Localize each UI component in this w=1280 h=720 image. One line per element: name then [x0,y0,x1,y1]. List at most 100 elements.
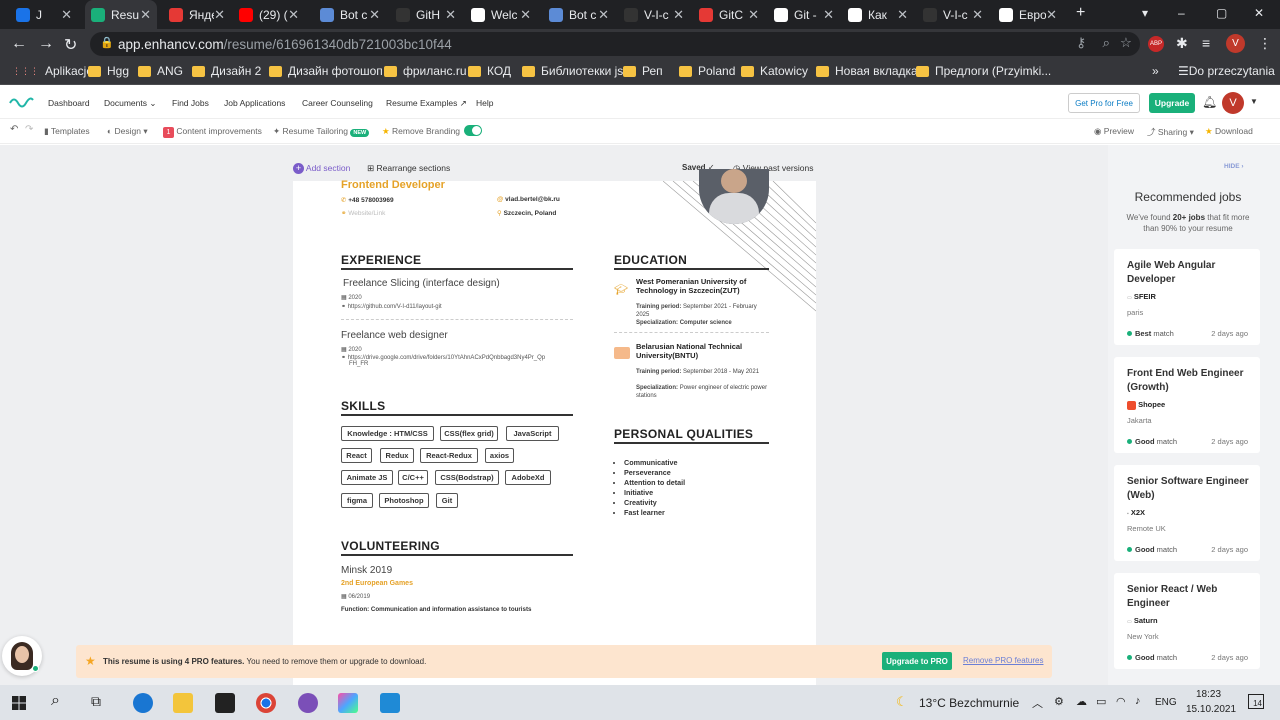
qualities-list[interactable]: Communicative Perseverance Attention to … [624,458,685,518]
hide-panel-button[interactable]: HIDE › [1224,163,1244,170]
content-improvements-button[interactable]: 1 Content improvements [163,126,262,138]
experience-heading[interactable]: EXPERIENCE [341,253,573,270]
browser-tab[interactable]: V-I-c ✕ [618,0,690,29]
nav-career-counseling[interactable]: Career Counseling [302,98,373,108]
weather-text[interactable]: 13°C Bezchmurnie [919,696,1019,710]
sharing-button[interactable]: ⤴ Sharing ▾ [1147,126,1194,138]
browser-tab[interactable]: V-I-c ✕ [917,0,989,29]
extensions-icon[interactable]: ✱ [1176,35,1188,52]
profile-avatar[interactable]: V [1226,34,1245,53]
volunteering-place[interactable]: Minsk 2019 [341,565,392,576]
browser-tab[interactable]: Bot c ✕ [314,0,386,29]
key-icon[interactable]: ⚷ [1076,35,1086,51]
bookmark-item[interactable]: КОД [468,64,511,78]
new-tab-icon[interactable]: + [1076,4,1085,22]
bookmark-item[interactable]: фриланс.ru [384,64,467,78]
experience-item-link[interactable]: ⚭ https://drive.google.com/drive/folders… [341,354,571,361]
job-card[interactable]: Agile Web Angular Developer ▭ SFEIR pari… [1114,249,1260,345]
browser-tab[interactable]: Bot c ✕ [543,0,615,29]
task-view-icon[interactable]: ⧉ [91,693,101,710]
star-icon[interactable]: ☆ [1120,35,1132,51]
bookmark-item[interactable]: Poland [679,64,735,78]
caret-down-icon[interactable]: ▼ [1250,97,1258,106]
back-icon[interactable]: ← [11,35,27,53]
nav-help[interactable]: Help [476,98,493,108]
tab-close-icon[interactable]: ✕ [598,7,609,23]
volume-icon[interactable]: ♪ [1135,695,1141,707]
address-bar[interactable]: 🔒 app.enhancv.com/resume/616961340db7210… [90,32,1140,56]
tab-close-icon[interactable]: ✕ [140,7,151,23]
bookmark-item[interactable]: ⋮⋮⋮ Aplikacje [12,64,93,78]
tab-close-icon[interactable]: ✕ [369,7,380,23]
media-icon[interactable]: ≡ [1202,35,1210,51]
skill-tag[interactable]: JavaScript [506,426,559,441]
close-window-icon[interactable]: ✕ [1254,6,1264,20]
user-avatar[interactable]: V [1222,92,1244,114]
volunteering-function[interactable]: Function: Communication and information … [341,606,531,613]
file-explorer-icon[interactable] [173,693,193,713]
tab-search-icon[interactable]: ▾ [1142,6,1148,20]
bookmark-item[interactable]: ANG [138,64,183,78]
zoom-icon[interactable]: ⌕ [1102,35,1110,51]
tab-close-icon[interactable]: ✕ [214,7,225,23]
nav-find-jobs[interactable]: Find Jobs [172,98,209,108]
tab-close-icon[interactable]: ✕ [673,7,684,23]
clock-date[interactable]: 15.10.2021 [1186,704,1236,715]
upgrade-to-pro-button[interactable]: Upgrade to PRO [882,652,952,670]
design-button[interactable]: ◐ Design ▾ [107,126,148,137]
cloud-icon[interactable]: ☁ [1076,695,1087,708]
resume-tailoring-button[interactable]: ✦ Resume Tailoring NEW [273,126,370,137]
email-field[interactable]: @ vlad.bertel@bk.ru [497,196,560,203]
education-period[interactable]: Training period: September 2018 - May 20… [636,368,771,376]
location-field[interactable]: ⚲ Szczecin, Poland [497,209,556,217]
get-pro-button[interactable]: Get Pro for Free [1068,93,1140,113]
skill-tag[interactable]: C/C++ [398,470,428,485]
language-indicator[interactable]: ENG [1155,697,1177,708]
nav-job-applications[interactable]: Job Applications [224,98,285,108]
browser-tab[interactable]: Git - ✕ [768,0,840,29]
tray-chevron-icon[interactable]: ︿ [1032,695,1043,711]
tab-close-icon[interactable]: ✕ [897,7,908,23]
skill-tag[interactable]: React [341,448,372,463]
tab-close-icon[interactable]: ✕ [748,7,759,23]
rearrange-sections-button[interactable]: ⊞ Rearrange sections [367,163,450,174]
menu-icon[interactable]: ⋮ [1258,35,1272,52]
browser-tab[interactable]: Resu ✕ [85,0,157,29]
job-card[interactable]: Senior Software Engineer (Web) ▪ X2X Rem… [1114,465,1260,561]
vscode-icon[interactable] [380,693,400,713]
tab-close-icon[interactable]: ✕ [972,7,983,23]
education-heading[interactable]: EDUCATION [614,253,769,270]
browser-tab[interactable]: J ✕ [10,0,78,29]
skill-tag[interactable]: Redux [380,448,414,463]
browser-tab[interactable]: (29) (✕ [233,0,305,29]
bookmark-item[interactable]: Предлоги (Przyimki... [916,64,1051,78]
tab-close-icon[interactable]: ✕ [61,7,72,23]
skill-tag[interactable]: Photoshop [379,493,429,508]
browser-tab[interactable]: Welc ✕ [465,0,537,29]
notification-center-icon[interactable]: 14 [1248,694,1264,709]
education-period[interactable]: Training period: September 2021 - Februa… [636,303,771,319]
add-section-button[interactable]: + Add section [293,163,350,174]
nav-dashboard[interactable]: Dashboard [48,98,90,108]
skill-tag[interactable]: CSS(Bodstrap) [435,470,499,485]
skill-tag[interactable]: axios [485,448,514,463]
battery-icon[interactable]: ▭ [1096,695,1106,708]
bell-icon[interactable]: 🔔︎ [1202,95,1217,109]
resume-title[interactable]: Frontend Developer [341,179,445,191]
forward-icon[interactable]: → [38,35,54,53]
preview-button[interactable]: ◉ Preview [1094,126,1134,137]
bookmark-item[interactable]: Дизайн фотошоп [269,64,383,78]
skill-tag[interactable]: CSS(flex grid) [440,426,498,441]
clock-time[interactable]: 18:23 [1196,689,1221,700]
sourcetree-icon[interactable] [338,693,358,713]
bookmarks-overflow-button[interactable]: » [1152,64,1159,78]
search-icon[interactable]: ⌕ [51,692,60,710]
education-spec[interactable]: Specialization: Power engineer of electr… [636,384,771,400]
browser-tab[interactable]: GitH ✕ [390,0,462,29]
skill-tag[interactable]: AdobeXd [505,470,551,485]
skills-heading[interactable]: SKILLS [341,399,573,416]
remove-pro-features-link[interactable]: Remove PRO features [963,656,1043,665]
website-field[interactable]: ⚭ Website/Link [341,209,385,217]
upgrade-button[interactable]: Upgrade [1149,93,1195,113]
experience-item-title[interactable]: Freelance web designer [341,330,448,341]
